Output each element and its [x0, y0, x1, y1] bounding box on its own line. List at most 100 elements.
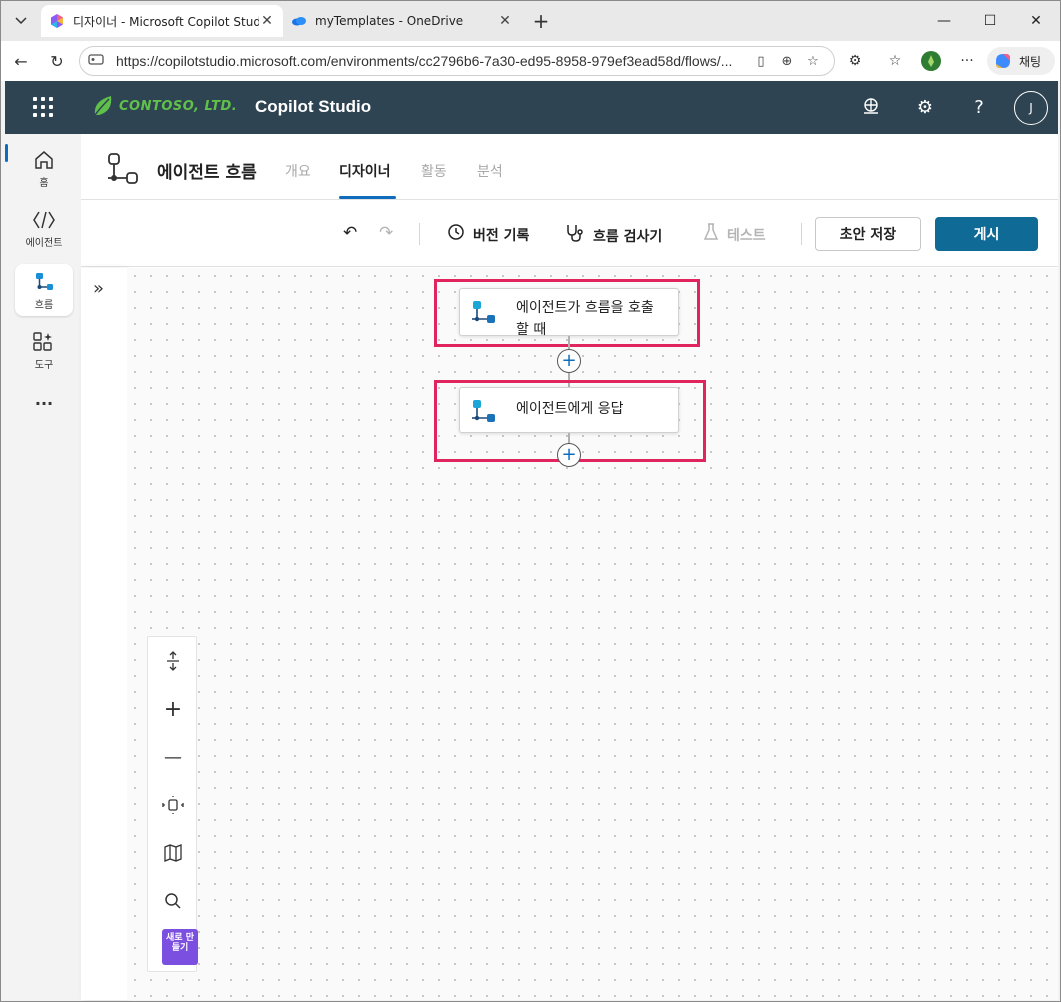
- maximize-button[interactable]: ☐: [967, 1, 1013, 41]
- flow-checker-button[interactable]: 흐름 검사기: [565, 223, 662, 248]
- undo-button[interactable]: ↶: [343, 223, 365, 243]
- version-history-button[interactable]: 버전 기록: [447, 223, 529, 246]
- divider: [419, 223, 420, 245]
- favorites-icon[interactable]: ☆: [883, 49, 907, 73]
- favorite-star-icon[interactable]: ☆: [800, 54, 826, 69]
- connector-line: [568, 336, 570, 350]
- flask-icon: [703, 223, 719, 246]
- zoom-icon[interactable]: ⊕: [774, 54, 800, 69]
- rail-item-tools[interactable]: 도구: [15, 324, 73, 376]
- minimap-icon[interactable]: [148, 829, 198, 877]
- side-panel: »: [81, 268, 127, 1000]
- rail-item-home[interactable]: 홈: [15, 142, 73, 194]
- site-info-icon[interactable]: [88, 52, 106, 70]
- fit-view-icon[interactable]: [148, 781, 198, 829]
- test-label: 테스트: [727, 227, 766, 244]
- tab-activity[interactable]: 활동: [421, 161, 447, 181]
- tab-copilot-designer[interactable]: 디자이너 - Microsoft Copilot Studio ✕: [41, 5, 283, 37]
- chevron-down-icon: [15, 17, 27, 25]
- more-options-icon[interactable]: ···: [955, 49, 979, 73]
- rail-active-indicator: [5, 144, 8, 162]
- new-badge-button[interactable]: 새로 만들기: [162, 929, 198, 965]
- command-bar: ↶ ↷ 버전 기록 흐름 검사기 테스트 초안 저장 게시: [81, 201, 1058, 267]
- rail-item-label: 흐름: [34, 299, 54, 311]
- trigger-node[interactable]: 에이전트가 흐름을 호출할 때: [459, 288, 679, 338]
- agent-icon: [32, 208, 56, 232]
- undo-icon: ↶: [343, 223, 358, 243]
- history-icon: [447, 223, 465, 246]
- home-icon: [33, 148, 55, 172]
- help-icon[interactable]: ?: [967, 95, 991, 119]
- onedrive-favicon-icon: [292, 17, 306, 26]
- publish-button[interactable]: 게시: [935, 217, 1038, 251]
- environment-icon[interactable]: [859, 95, 883, 119]
- response-node[interactable]: 에이전트에게 응답: [459, 387, 679, 433]
- tab-overview[interactable]: 개요: [285, 161, 311, 181]
- tab-designer[interactable]: 디자이너: [339, 161, 391, 181]
- version-history-label: 버전 기록: [473, 227, 530, 244]
- tab-bar: 디자이너 - Microsoft Copilot Studio ✕ myTemp…: [1, 1, 1060, 41]
- tab-title: 디자이너 - Microsoft Copilot Studio: [73, 14, 259, 29]
- left-navigation-rail: 홈 에이전트 흐름 도구 ···: [5, 134, 81, 1000]
- app-name: Copilot Studio: [255, 97, 372, 116]
- tools-icon: [32, 330, 56, 354]
- rail-more-button[interactable]: ···: [15, 388, 73, 418]
- fit-vertical-icon[interactable]: [148, 637, 198, 685]
- close-tab-icon[interactable]: ✕: [497, 13, 513, 29]
- flow-canvas[interactable]: 에이전트가 흐름을 호출할 때 + 에이전트에게 응답 +: [127, 268, 1058, 1000]
- add-step-plus-icon[interactable]: +: [557, 349, 581, 373]
- minimize-button[interactable]: —: [921, 1, 967, 41]
- test-button[interactable]: 테스트: [703, 223, 766, 246]
- canvas-controls-panel: + — 새로 만들기: [147, 636, 198, 972]
- address-bar-row: ← ↻ https://copilotstudio.microsoft.com/…: [1, 41, 1060, 81]
- main-content: 에이전트 흐름 개요 디자이너 활동 분석 ↶ ↷ 버전 기록 흐름 검사기 테…: [81, 134, 1058, 1000]
- add-step-plus-icon[interactable]: +: [557, 443, 581, 467]
- tab-analytics[interactable]: 분석: [477, 161, 503, 181]
- node-label: 에이전트가 흐름을 호출할 때: [516, 300, 654, 338]
- page-header: 에이전트 흐름 개요 디자이너 활동 분석: [81, 134, 1058, 200]
- node-label: 에이전트에게 응답: [516, 401, 624, 417]
- designer-canvas-area: » 에이전트가 흐름을 호출할 때 + 에이전트에게 응답 + + — 새로 만…: [81, 268, 1058, 1000]
- app-launcher-icon[interactable]: [33, 97, 53, 117]
- flow-response-icon: [472, 400, 495, 422]
- app-header: CONTOSO, LTD. Copilot Studio ⚙ ? J: [5, 81, 1058, 134]
- copilot-studio-favicon-icon: [51, 14, 63, 28]
- zoom-in-icon[interactable]: +: [148, 685, 198, 733]
- rail-item-label: 도구: [34, 359, 54, 371]
- tab-onedrive[interactable]: myTemplates - OneDrive ✕: [283, 5, 521, 37]
- copilot-icon: [996, 54, 1010, 68]
- rail-item-agents[interactable]: 에이전트: [15, 202, 73, 254]
- close-tab-icon[interactable]: ✕: [259, 13, 275, 29]
- flow-trigger-icon: [472, 301, 495, 323]
- address-bar[interactable]: https://copilotstudio.microsoft.com/envi…: [79, 46, 835, 76]
- extensions-icon[interactable]: ⚙: [843, 49, 867, 73]
- divider: [801, 223, 802, 245]
- rail-item-flows[interactable]: 흐름: [15, 264, 73, 316]
- copilot-chat-label: 채팅: [1019, 54, 1042, 69]
- back-button[interactable]: ←: [7, 47, 35, 75]
- save-draft-button[interactable]: 초안 저장: [815, 217, 921, 251]
- refresh-button[interactable]: ↻: [43, 47, 71, 75]
- copilot-chat-button[interactable]: 채팅: [987, 47, 1055, 75]
- profile-extension-icon[interactable]: [919, 49, 943, 73]
- zoom-out-icon[interactable]: —: [148, 733, 198, 781]
- rail-item-label: 에이전트: [25, 237, 63, 249]
- browser-window: 디자이너 - Microsoft Copilot Studio ✕ myTemp…: [0, 0, 1061, 1002]
- tab-actions-menu-button[interactable]: [7, 7, 35, 35]
- leaf-logo-icon: [94, 96, 112, 116]
- stethoscope-icon: [565, 223, 585, 248]
- flow-icon: [33, 270, 55, 294]
- settings-gear-icon[interactable]: ⚙: [913, 95, 937, 119]
- new-tab-button[interactable]: +: [529, 9, 553, 33]
- tab-title: myTemplates - OneDrive: [315, 14, 464, 28]
- avatar[interactable]: J: [1014, 91, 1048, 125]
- search-icon[interactable]: [148, 877, 198, 925]
- page-title: 에이전트 흐름: [157, 163, 257, 183]
- flow-checker-label: 흐름 검사기: [593, 228, 663, 245]
- agent-flow-icon: [108, 153, 138, 184]
- read-aloud-icon[interactable]: ▯: [748, 54, 774, 69]
- redo-button[interactable]: ↷: [379, 223, 401, 243]
- expand-panel-chevron-icon[interactable]: »: [93, 278, 104, 299]
- redo-icon: ↷: [379, 223, 394, 243]
- close-window-button[interactable]: ✕: [1013, 1, 1059, 41]
